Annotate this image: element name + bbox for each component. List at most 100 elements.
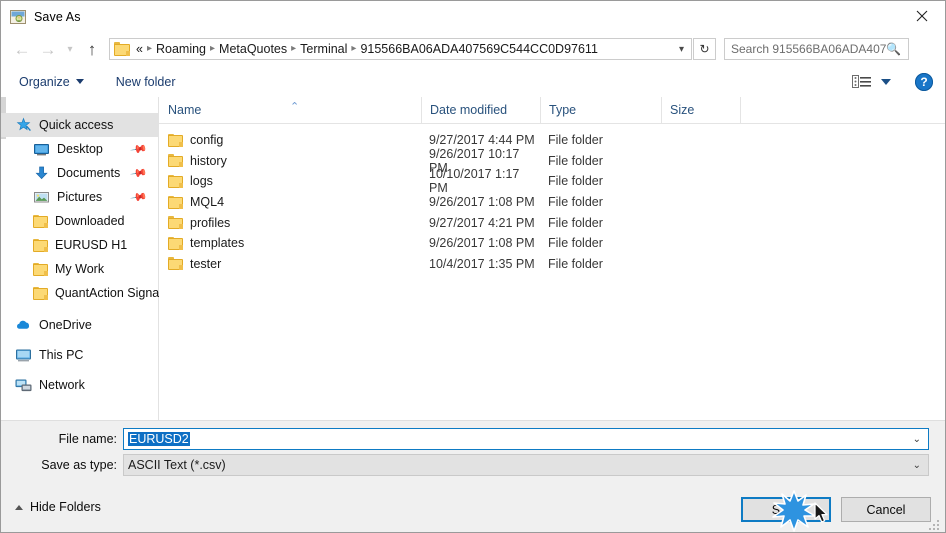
file-name: MQL4	[190, 195, 225, 210]
sidebar-item-label: Quick access	[39, 118, 114, 132]
organize-button[interactable]: Organize	[11, 71, 92, 93]
sidebar-item-quantaction-signal[interactable]: QuantAction Signal	[1, 281, 162, 305]
folder-icon	[114, 42, 130, 56]
hide-folders-label: Hide Folders	[30, 500, 101, 514]
file-type: File folder	[548, 195, 603, 210]
address-chevron-down-icon[interactable]: ▾	[679, 44, 684, 55]
dialog-footer: Hide Folders Save Cancel	[1, 491, 945, 532]
new-folder-button[interactable]: New folder	[108, 71, 184, 93]
network-icon	[15, 377, 32, 393]
save-as-type-select[interactable]: ASCII Text (*.csv) ⌄	[123, 454, 929, 476]
table-row[interactable]: history 9/26/2017 10:17 PM File folder	[159, 147, 945, 175]
title-bar: Save As	[1, 1, 945, 32]
cancel-label: Cancel	[866, 502, 906, 517]
sidebar-item-eurusd-h1[interactable]: EURUSD H1	[1, 233, 158, 257]
sidebar-item-desktop[interactable]: Desktop 📌	[1, 137, 158, 161]
column-header-size[interactable]: Size	[661, 97, 741, 123]
column-header-date-modified[interactable]: Date modified	[421, 97, 540, 123]
table-row[interactable]: MQL4 9/26/2017 1:08 PM File folder	[159, 192, 945, 213]
star-pin-icon	[15, 117, 32, 133]
back-arrow-icon[interactable]: ←	[9, 36, 35, 62]
file-type: File folder	[548, 215, 603, 230]
table-row[interactable]: tester 10/4/2017 1:35 PM File folder	[159, 254, 945, 275]
sidebar-item-label: QuantAction Signal	[55, 286, 163, 300]
hide-folders-button[interactable]: Hide Folders	[15, 500, 101, 514]
file-name-row: File name: EURUSD2 ⌄	[1, 428, 929, 450]
navigation-sidebar: Quick access Desktop 📌 Documents 📌 Pictu…	[1, 97, 162, 420]
recent-locations-chevron-down-icon[interactable]: ▾	[61, 36, 79, 62]
file-date: 9/26/2017 1:08 PM	[429, 195, 535, 210]
file-date: 10/4/2017 1:35 PM	[429, 256, 535, 271]
search-input[interactable]: Search 915566BA06ADA40756... 🔍	[724, 38, 909, 60]
sidebar-item-label: Documents	[57, 166, 121, 180]
file-name-cell: profiles	[159, 216, 421, 230]
table-row[interactable]: logs 10/10/2017 1:17 PM File folder	[159, 167, 945, 195]
sidebar-item-network[interactable]: Network	[1, 373, 158, 397]
close-button[interactable]	[899, 1, 945, 31]
refresh-icon[interactable]: ↻	[693, 38, 716, 60]
resize-grip[interactable]	[929, 518, 941, 530]
view-options-icon[interactable]	[852, 74, 872, 90]
sidebar-item-this-pc[interactable]: This PC	[1, 343, 158, 367]
sidebar-item-pictures[interactable]: Pictures 📌	[1, 185, 158, 209]
save-label: Save	[771, 502, 801, 517]
save-as-type-label: Save as type:	[41, 458, 117, 472]
file-name-chevron-down-icon[interactable]: ⌄	[913, 434, 921, 445]
sidebar-item-quick-access[interactable]: Quick access	[1, 113, 158, 137]
file-type: File folder	[548, 236, 603, 251]
file-name-input[interactable]: EURUSD2 ⌄	[123, 428, 929, 450]
save-button[interactable]: Save	[741, 497, 831, 522]
file-name-cell: tester	[159, 257, 421, 271]
pin-icon: 📌	[129, 165, 148, 183]
folder-icon	[33, 286, 48, 300]
search-placeholder: Search 915566BA06ADA40756...	[731, 42, 887, 56]
table-row[interactable]: templates 9/26/2017 1:08 PM File folder	[159, 233, 945, 254]
breadcrumb-terminal[interactable]: Terminal	[297, 42, 350, 56]
breadcrumb-separator-icon: ▸	[291, 43, 297, 54]
file-date: 9/27/2017 4:44 PM	[429, 133, 535, 148]
save-as-app-icon	[10, 9, 26, 25]
chevron-up-icon	[15, 504, 23, 510]
sidebar-item-my-work[interactable]: My Work	[1, 257, 158, 281]
file-date: 9/27/2017 4:21 PM	[429, 215, 535, 230]
save-form: File name: EURUSD2 ⌄ Save as type: ASCII…	[1, 420, 945, 492]
save-as-type-value: ASCII Text (*.csv)	[128, 458, 226, 472]
file-name: logs	[190, 174, 213, 189]
breadcrumb-separator-icon: ▸	[351, 43, 357, 54]
save-as-type-chevron-down-icon[interactable]: ⌄	[913, 460, 921, 471]
forward-arrow-icon[interactable]: →	[35, 36, 61, 62]
sidebar-item-label: Desktop	[57, 142, 103, 156]
column-header-type[interactable]: Type	[540, 97, 661, 123]
up-arrow-icon[interactable]: ↑	[79, 36, 105, 62]
search-icon: 🔍	[886, 42, 901, 56]
breadcrumb-roaming[interactable]: Roaming	[153, 42, 209, 56]
column-header-name[interactable]: Name ⌃	[159, 97, 421, 123]
file-rows: config 9/27/2017 4:44 PM File folder his…	[159, 124, 945, 274]
file-type: File folder	[548, 174, 603, 189]
help-icon[interactable]: ?	[915, 72, 933, 91]
breadcrumb-metaquotes[interactable]: MetaQuotes	[216, 42, 290, 56]
sidebar-item-onedrive[interactable]: OneDrive	[1, 313, 158, 337]
sidebar-item-downloaded[interactable]: Downloaded	[1, 209, 158, 233]
file-type: File folder	[548, 153, 603, 168]
folder-icon	[33, 214, 48, 228]
sidebar-item-label: My Work	[55, 262, 105, 276]
folder-icon	[33, 238, 48, 252]
address-bar[interactable]: « ▸ Roaming ▸ MetaQuotes ▸ Terminal ▸ 91…	[109, 38, 692, 60]
sidebar-item-label: Network	[39, 378, 85, 392]
table-row[interactable]: config 9/27/2017 4:44 PM File folder	[159, 130, 945, 151]
breadcrumb-root[interactable]: «	[133, 42, 146, 56]
breadcrumb-terminal-id[interactable]: 915566BA06ADA407569C544CC0D97611	[357, 42, 600, 56]
column-header-row: Name ⌃ Date modified Type Size	[159, 97, 945, 124]
breadcrumb-separator-icon: ▸	[210, 43, 216, 54]
this-pc-icon	[15, 347, 32, 363]
sidebar-item-documents[interactable]: Documents 📌	[1, 161, 158, 185]
pin-icon: 📌	[129, 189, 148, 207]
file-name-cell: config	[159, 133, 421, 147]
view-chevron-down-icon[interactable]	[881, 78, 891, 85]
cancel-button[interactable]: Cancel	[841, 497, 931, 522]
dialog-body: Quick access Desktop 📌 Documents 📌 Pictu…	[1, 97, 945, 420]
folder-icon	[168, 236, 183, 250]
file-name-cell: logs	[159, 174, 421, 188]
table-row[interactable]: profiles 9/27/2017 4:21 PM File folder	[159, 212, 945, 233]
